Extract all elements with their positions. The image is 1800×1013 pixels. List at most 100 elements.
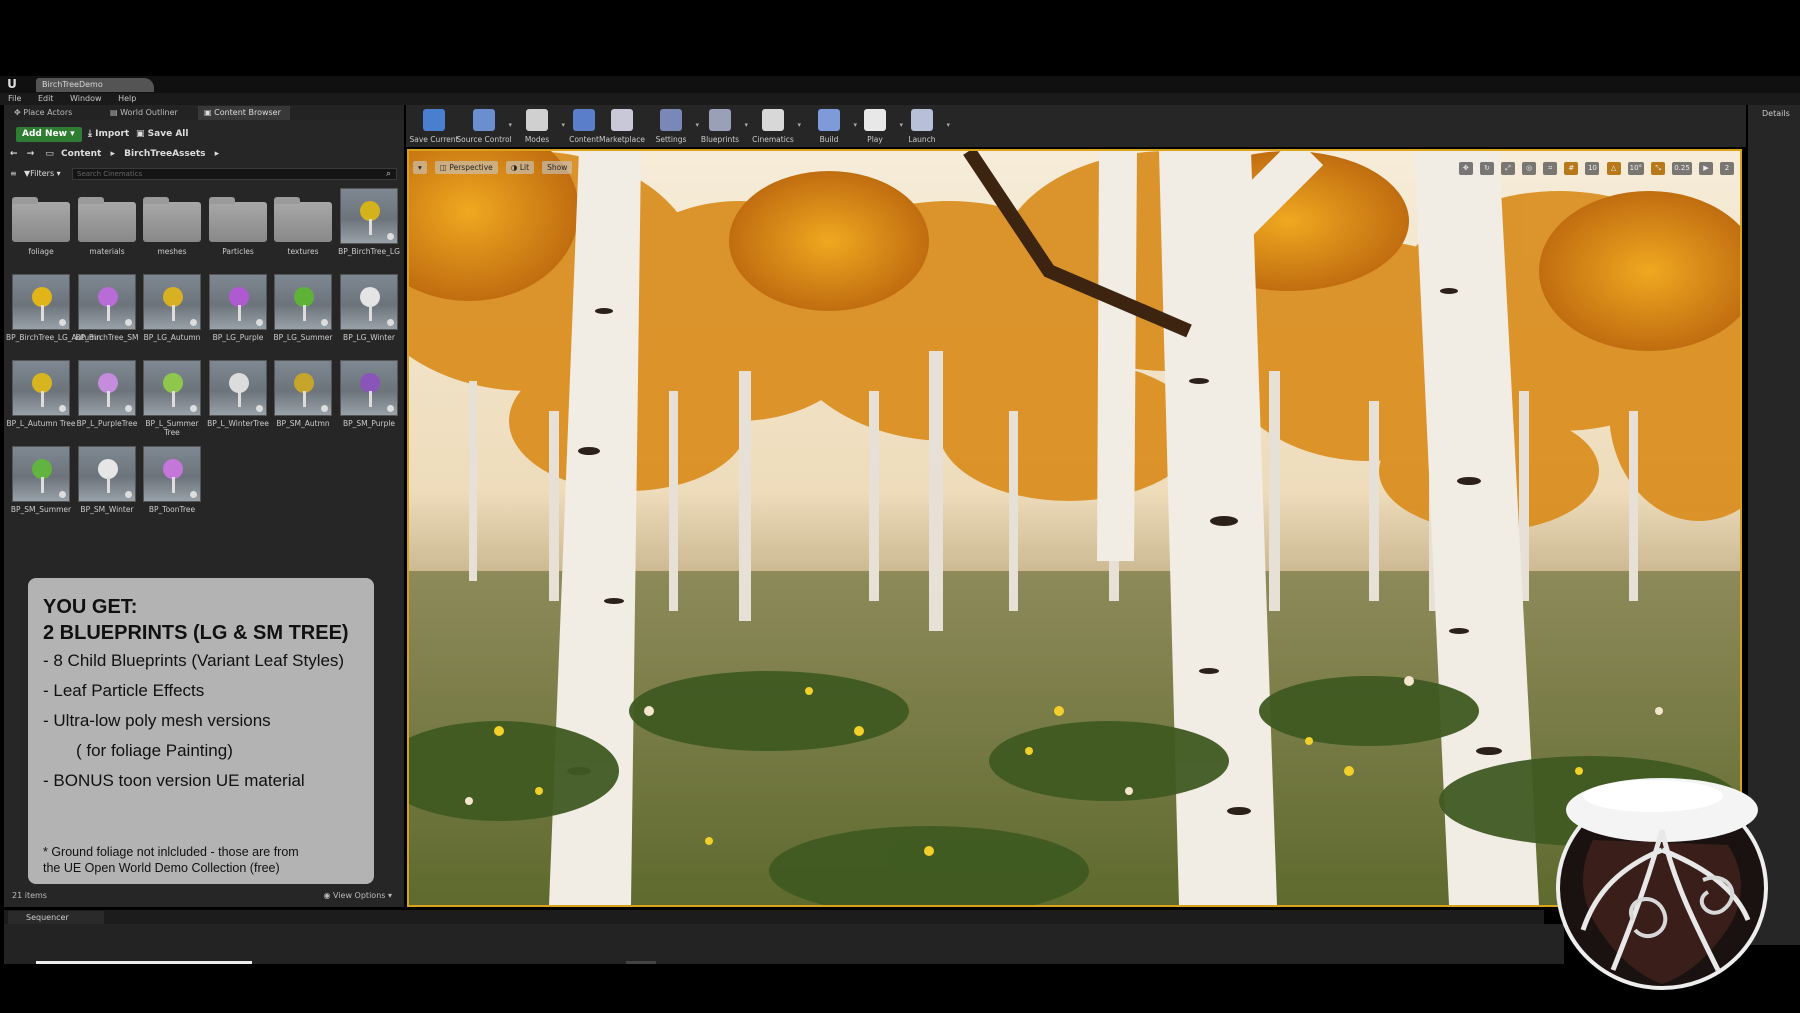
save-all-button[interactable]: ▣ Save All [136,127,188,142]
scale-snap-value[interactable]: 0.25 [1672,162,1692,175]
toolbar-cinematics-button[interactable]: Cinematics ▾ [745,107,801,145]
view-options-button[interactable]: ◉ View Options ▾ [324,890,393,902]
scale-snap-icon[interactable]: ⤡ [1651,162,1666,175]
folder-item[interactable]: materials [76,188,138,274]
blueprint-asset-item[interactable]: BP_L_Autumn Tree [7,360,76,446]
tab-details[interactable]: Details [1750,107,1790,120]
asset-status-dot-icon [59,491,66,498]
menu-window[interactable]: Window [70,93,102,105]
level-viewport[interactable]: ▾ ◫ Perspective ◑ Lit Show ✥ ↻ ⤢ ◎ ⌗ # 1… [407,149,1742,907]
folder-icon [274,197,332,242]
unreal-logo[interactable]: U [4,78,20,91]
world-icon[interactable]: ◎ [1522,162,1537,175]
blueprint-asset-item[interactable]: BP_L_PurpleTree [76,360,138,446]
camera-speed-value[interactable]: 2 [1720,162,1734,175]
asset-status-dot-icon [190,319,197,326]
save-icon: ▣ [136,129,145,139]
camera-speed-icon[interactable]: ▶ [1698,162,1713,175]
menu-help[interactable]: Help [118,93,136,105]
blueprint-asset-item[interactable]: BP_BirchTree_SM [75,274,139,360]
tree-trunk [107,305,110,321]
toolbar-button-label: Save Current [409,135,459,144]
tree-trunk [41,305,44,321]
surface-snap-icon[interactable]: ⌗ [1543,162,1558,175]
add-new-button[interactable]: Add New ▾ [16,127,82,142]
asset-status-dot-icon [125,405,132,412]
toolbar-button-label: Marketplace [599,135,645,144]
breadcrumb-birchtreeassets[interactable]: BirchTreeAssets [124,149,205,159]
blueprint-asset-item[interactable]: BP_LG_Purple [207,274,269,360]
asset-name: BP_BirchTree_LG [338,247,400,256]
content-browser-status: 21 items ◉ View Options ▾ [12,890,402,902]
tree-trunk [303,391,306,407]
blueprint-asset-item[interactable]: BP_BirchTree_LG [338,188,400,274]
search-icon[interactable]: ⌕ [386,167,391,181]
rotation-snap-icon[interactable]: △ [1606,162,1621,175]
camera-icon: ◫ [439,163,450,172]
lit-icon: ◑ [510,163,520,172]
blueprint-asset-item[interactable]: BP_SM_Summer [10,446,72,532]
folder-item[interactable]: Particles [207,188,269,274]
blueprint-asset-item[interactable]: BP_LG_Summer [272,274,334,360]
blueprint-asset-item[interactable]: BP_LG_Autumn [141,274,203,360]
info-heading-you-get: YOU GET: [43,596,138,618]
menu-edit[interactable]: Edit [38,93,54,105]
viewport-menu-button[interactable]: ▾ [413,161,427,174]
search-input[interactable]: Search Cinematics [72,168,397,180]
tree-thumbnail-icon [340,188,398,244]
breadcrumb: ← → ▭ Content ▸ BirchTreeAssets ▸ [10,146,400,162]
blueprint-asset-item[interactable]: BP_SM_Purple [338,360,400,446]
folder-item[interactable]: foliage [10,188,72,274]
folder-icon: ▭ [45,149,54,159]
translate-icon[interactable]: ✥ [1458,162,1473,175]
blueprint-asset-item[interactable]: BP_LG_Winter [338,274,400,360]
toolbar-marketplace-button[interactable]: Marketplace [594,107,650,145]
toolbar-save-current-button[interactable]: Save Current [406,107,462,145]
document-tab-birchtreedemo[interactable]: BirchTreeDemo [36,78,154,92]
tree-canopy [98,287,118,307]
scrollbar[interactable] [626,961,656,964]
toolbar-blueprints-button[interactable]: Blueprints ▾ [692,107,748,145]
filters-dropdown[interactable]: ▼Filters ▾ [24,167,61,181]
tab-world-outliner[interactable]: ▤ World Outliner [104,106,196,120]
blueprint-asset-item[interactable]: BP_SM_Autmn [272,360,334,446]
toolbar-launch-button[interactable]: Launch ▾ [894,107,950,145]
tree-thumbnail-icon [143,274,201,330]
asset-name: BP_LG_Purple [212,333,264,342]
tree-thumbnail-icon [78,446,136,502]
blueprint-asset-item[interactable]: BP_BirchTree_LG_Autumn [6,274,101,360]
forward-icon[interactable]: → [27,149,35,159]
rotation-snap-value[interactable]: 10° [1627,162,1645,175]
toolbar-button-label: Source Control [456,135,512,144]
asset-status-dot-icon [387,405,394,412]
asset-name: BP_L_WinterTree [207,419,269,428]
blueprint-asset-item[interactable]: BP_L_Summer Tree [141,360,203,446]
scale-icon[interactable]: ⤢ [1501,162,1516,175]
blueprint-asset-item[interactable]: BP_L_WinterTree [207,360,269,446]
toolbar-settings-button[interactable]: Settings ▾ [643,107,699,145]
asset-name: BP_LG_Autumn [143,333,201,342]
rotate-icon[interactable]: ↻ [1479,162,1494,175]
show-button[interactable]: Show [542,161,573,174]
back-icon[interactable]: ← [10,149,18,159]
blueprint-asset-item[interactable]: BP_ToonTree [141,446,203,532]
import-button[interactable]: ⤓ Import [88,127,129,142]
breadcrumb-content[interactable]: Content [61,149,101,159]
toolbar-source-control-button[interactable]: Source Control ▾ [456,107,512,145]
tree-trunk [41,391,44,407]
perspective-button[interactable]: ◫ Perspective [434,161,498,174]
asset-status-dot-icon [190,491,197,498]
dropdown-arrow-icon[interactable]: ▾ [946,121,950,129]
grid-snap-value[interactable]: 10 [1585,162,1600,175]
folder-item[interactable]: meshes [141,188,203,274]
blueprint-asset-item[interactable]: BP_SM_Winter [76,446,138,532]
tab-place-actors[interactable]: ✥ Place Actors [8,106,92,120]
asset-name: BP_L_Summer Tree [145,419,199,437]
menu-file[interactable]: File [8,93,21,105]
tab-sequencer[interactable]: Sequencer [8,911,104,924]
tab-content-browser[interactable]: ▣ Content Browser [198,106,290,120]
grid-snap-icon[interactable]: # [1564,162,1579,175]
lit-button[interactable]: ◑ Lit [505,161,535,174]
folder-item[interactable]: textures [272,188,334,274]
tree-trunk [172,391,175,407]
